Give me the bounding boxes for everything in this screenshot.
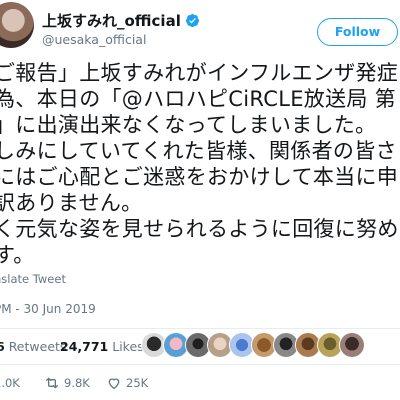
retweet-count: 9.8K [64, 376, 90, 390]
like-action[interactable]: 25K [106, 373, 148, 393]
divider [0, 328, 400, 329]
retweets-stat[interactable]: 6 Retweets [0, 339, 66, 354]
tweet-actions: 1.0K 9.8K 25K [0, 373, 400, 393]
likes-label: Likes [112, 339, 144, 354]
liker-avatar[interactable] [318, 333, 342, 357]
liker-avatar[interactable] [230, 333, 254, 357]
tweet-line: く元気な姿を見せられるように回復に努め [0, 217, 399, 241]
reply-count: 1.0K [0, 376, 20, 390]
likes-count: 24,771 [60, 339, 109, 354]
avatar[interactable] [0, 2, 34, 48]
likes-stat[interactable]: 24,771 Likes [60, 339, 144, 354]
retweet-action[interactable]: 9.8K [44, 373, 90, 393]
translate-tweet-link[interactable]: nslate Tweet [0, 272, 66, 286]
tweet-line: す。 [0, 243, 35, 267]
heart-icon [108, 378, 120, 390]
tweet-line: ご報告」上坂すみれがインフルエンザ発症 [0, 61, 399, 85]
tweet-line: にはご心配とご迷惑をおかけして本当に申 [0, 165, 399, 189]
tweet-line: 」に出演出来なくなってしまいました。 [0, 113, 377, 137]
liker-avatar[interactable] [296, 333, 320, 357]
tweet-timestamp[interactable]: PM - 30 Jun 2019 [0, 302, 96, 316]
verified-badge-icon [185, 13, 199, 28]
tweet-text: ご報告」上坂すみれがインフルエンザ発症 為、本日の「@ハロハピCiRCLE放送局… [0, 60, 400, 268]
follow-button[interactable]: Follow [317, 18, 398, 46]
retweet-icon [46, 377, 58, 389]
liker-avatar[interactable] [274, 333, 298, 357]
tweet-line: しみにしていてくれた皆様、関係者の皆さ [0, 139, 397, 163]
liker-avatar[interactable] [208, 333, 232, 357]
display-name[interactable]: 上坂すみれ_official [42, 10, 200, 31]
display-name-text[interactable]: 上坂すみれ_official [42, 12, 181, 30]
liker-avatar[interactable] [340, 333, 364, 357]
liker-avatar[interactable] [142, 333, 166, 357]
like-count: 25K [126, 376, 149, 390]
reply-action[interactable]: 1.0K [0, 373, 20, 393]
liker-avatar[interactable] [252, 333, 276, 357]
tweet-line: 為、本日の「@ハロハピCiRCLE放送局 第 [0, 87, 396, 111]
retweets-label: Retweets [8, 339, 67, 354]
tweet-line: 訳ありません。 [0, 191, 143, 215]
liker-avatar[interactable] [164, 333, 188, 357]
user-handle[interactable]: @uesaka_official [42, 32, 146, 47]
divider [0, 364, 400, 365]
retweets-count: 6 [0, 339, 5, 354]
liker-avatar[interactable] [186, 333, 210, 357]
